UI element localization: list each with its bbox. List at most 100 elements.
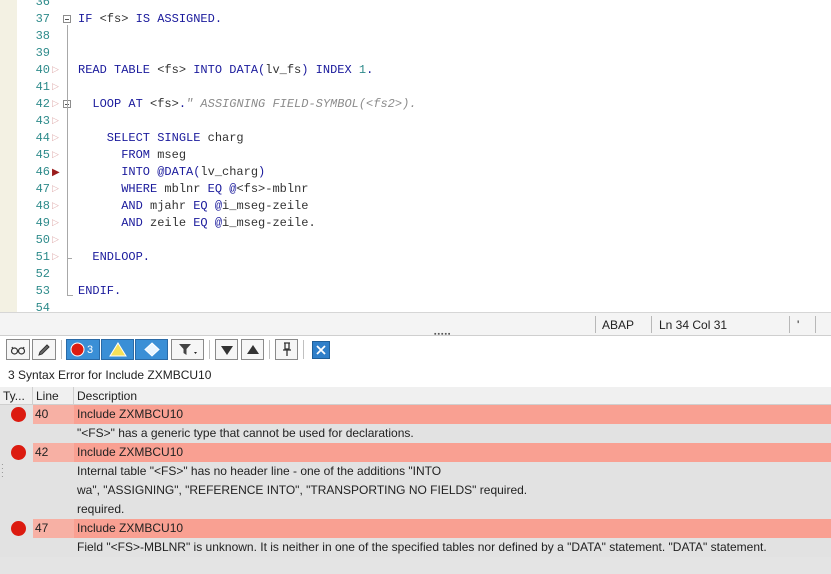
next-message-button[interactable] <box>215 339 238 360</box>
line-marker-icon[interactable]: ▷ <box>52 215 60 232</box>
error-description: required. <box>77 502 125 516</box>
status-bar: ▪▪▪▪▪ ABAP Ln 34 Col 31 ' <box>0 312 831 338</box>
code-line[interactable]: 38 <box>0 28 831 45</box>
code-token: ENDIF. <box>78 284 122 298</box>
code-token: ) <box>258 165 266 179</box>
line-marker-icon[interactable]: ▷ <box>52 113 60 130</box>
code-line[interactable]: 36 <box>0 0 831 11</box>
code-line[interactable]: 53 ENDIF. <box>0 283 831 300</box>
code-line[interactable]: 50 ▷ <box>0 232 831 249</box>
info-filter-button[interactable] <box>135 339 168 360</box>
line-marker-icon[interactable]: ▷ <box>52 62 60 79</box>
code-token: <fs> <box>150 97 179 111</box>
code-line[interactable]: 41 ▷ <box>0 79 831 96</box>
line-number: 47 <box>35 182 50 196</box>
line-number: 52 <box>35 267 50 281</box>
code-text: ENDLOOP. <box>78 249 150 266</box>
filter-dropdown-button[interactable] <box>171 339 204 360</box>
code-line[interactable]: 42 ▷ LOOP AT <fs>." ASSIGNING FIELD-SYMBO… <box>0 96 831 113</box>
error-detail-row[interactable]: wa", "ASSIGNING", "REFERENCE INTO", "TRA… <box>0 481 831 500</box>
warning-filter-button[interactable] <box>101 339 134 360</box>
line-marker-icon[interactable]: ▷ <box>52 147 60 164</box>
messages-toolbar: 3 <box>0 336 831 364</box>
error-detail-row[interactable]: required. <box>0 500 831 519</box>
close-button[interactable] <box>310 339 332 360</box>
code-line[interactable]: 54 <box>0 300 831 312</box>
error-row[interactable]: 47 Include ZXMBCU10 <box>0 519 831 538</box>
close-icon <box>312 340 330 359</box>
line-number: 42 <box>35 97 50 111</box>
line-marker-icon[interactable]: ▷ <box>52 130 60 147</box>
code-line[interactable]: 46 ▶ INTO @DATA(lv_charg) <box>0 164 831 181</box>
error-detail-row[interactable]: "<FS>" has a generic type that cannot be… <box>0 424 831 443</box>
code-line[interactable]: 51 ▷ ENDLOOP. <box>0 249 831 266</box>
line-number: 44 <box>35 131 50 145</box>
code-line[interactable]: 47 ▷ WHERE mblnr EQ @<fs>-mblnr <box>0 181 831 198</box>
line-number: 36 <box>35 0 50 9</box>
code-token: <fs> <box>236 182 266 196</box>
line-number: 48 <box>35 199 50 213</box>
line-number: 45 <box>35 148 50 162</box>
error-description: wa", "ASSIGNING", "REFERENCE INTO", "TRA… <box>77 483 528 497</box>
column-header-description[interactable]: Description <box>74 387 831 405</box>
error-detail-row[interactable]: Field "<FS>-MBLNR" is unknown. It is nei… <box>0 538 831 557</box>
status-separator <box>595 316 596 333</box>
glasses-button[interactable] <box>6 339 30 360</box>
line-number: 54 <box>35 301 50 312</box>
code-token: FROM <box>78 148 158 162</box>
error-row[interactable]: 40 Include ZXMBCU10 <box>0 405 831 424</box>
code-line[interactable]: 40 ▷ READ TABLE <fs> INTO DATA(lv_fs) INDE… <box>0 62 831 79</box>
line-number: 37 <box>35 12 50 26</box>
pin-button[interactable] <box>275 339 298 360</box>
error-include: Include ZXMBCU10 <box>77 521 184 535</box>
error-include: Include ZXMBCU10 <box>77 445 184 459</box>
code-token: ) INDEX <box>301 63 359 77</box>
fold-toggle-icon[interactable] <box>63 15 71 23</box>
code-token: mjahr <box>150 199 187 213</box>
error-description: "<FS>" has a generic type that cannot be… <box>77 426 414 440</box>
code-line[interactable]: 43 ▷ <box>0 113 831 130</box>
funnel-icon <box>178 344 197 355</box>
error-type-cell <box>0 405 33 424</box>
error-line-number: 47 <box>35 521 49 535</box>
previous-message-button[interactable] <box>241 339 264 360</box>
error-filter-icon <box>70 342 85 357</box>
panel-resize-grip-icon[interactable]: · · · · <box>1 461 5 481</box>
code-line[interactable]: 39 <box>0 45 831 62</box>
error-icon <box>11 407 26 422</box>
code-token: LOOP AT <box>78 97 151 111</box>
code-token: SELECT SINGLE <box>78 131 208 145</box>
code-token: . <box>366 63 374 77</box>
code-token: AND <box>78 216 151 230</box>
status-separator <box>789 316 790 333</box>
column-header-line[interactable]: Line <box>33 387 74 405</box>
code-token: " ASSIGNING FIELD-SYMBOL(<fs2>). <box>186 97 417 111</box>
code-line[interactable]: 44 ▷ SELECT SINGLE charg <box>0 130 831 147</box>
code-token: IF <box>78 12 100 26</box>
line-marker-icon[interactable]: ▷ <box>52 79 60 96</box>
code-line[interactable]: 37 IF <fs> IS ASSIGNED. <box>0 11 831 28</box>
column-header-type[interactable]: Ty... <box>0 387 33 405</box>
code-line[interactable]: 48 ▷ AND mjahr EQ @i_mseg-zeile <box>0 198 831 215</box>
error-detail-row[interactable]: Internal table "<FS>" has no header line… <box>0 462 831 481</box>
code-editor[interactable]: 36 37 IF <fs> IS ASSIGNED. 38 39 40 ▷ READ TABL… <box>0 0 831 312</box>
line-marker-icon[interactable]: ▷ <box>52 232 60 249</box>
line-marker-icon[interactable]: ▷ <box>52 181 60 198</box>
error-row[interactable]: 42 Include ZXMBCU10 <box>0 443 831 462</box>
pencil-icon <box>38 343 50 356</box>
edit-button[interactable] <box>32 339 56 360</box>
line-marker-icon[interactable]: ▷ <box>52 198 60 215</box>
code-token: INTO DATA( <box>186 63 266 77</box>
code-line[interactable]: 49 ▷ AND zeile EQ @i_mseg-zeile. <box>0 215 831 232</box>
code-line[interactable]: 45 ▷ FROM mseg <box>0 147 831 164</box>
line-number: 38 <box>35 29 50 43</box>
error-filter-button[interactable]: 3 <box>66 339 100 360</box>
line-marker-icon[interactable]: ▷ <box>52 249 60 266</box>
code-line[interactable]: 52 <box>0 266 831 283</box>
status-extra: ' <box>797 318 800 332</box>
breakpoint-marker-icon[interactable]: ▶ <box>52 164 60 181</box>
line-marker-icon[interactable]: ▷ <box>52 96 60 113</box>
toolbar-separator <box>269 340 270 359</box>
line-number: 43 <box>35 114 50 128</box>
warning-filter-icon <box>108 342 127 357</box>
